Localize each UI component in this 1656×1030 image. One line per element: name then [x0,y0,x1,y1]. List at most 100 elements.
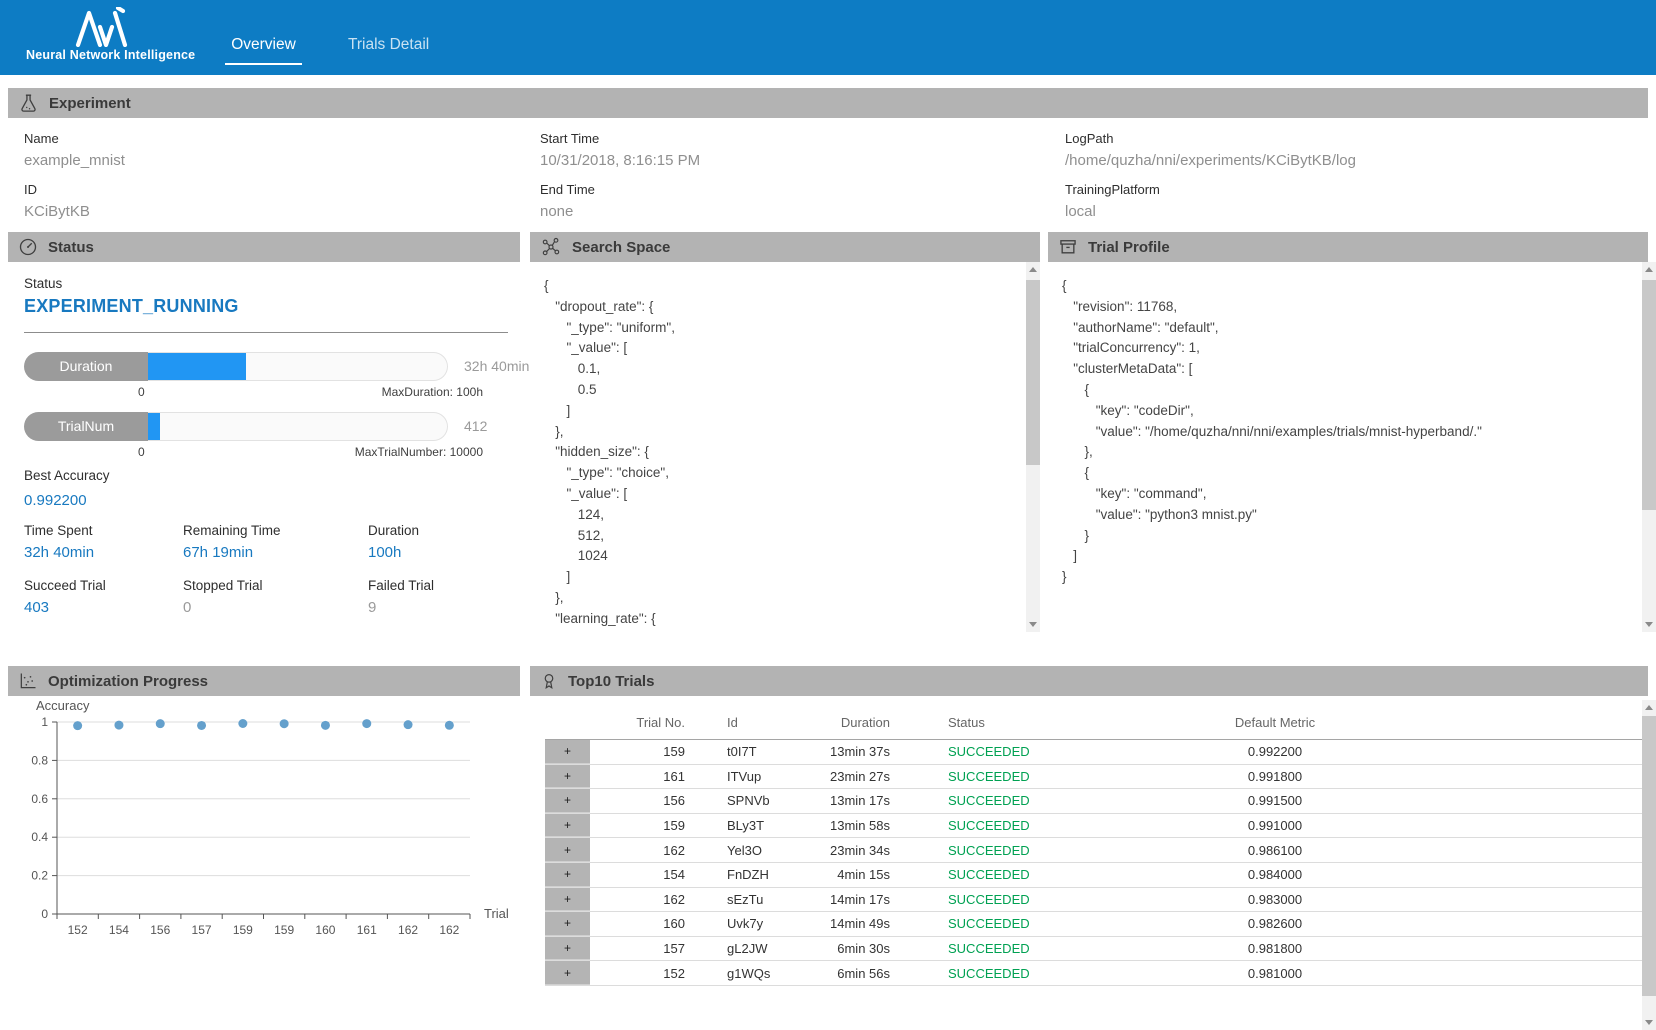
expand-button[interactable]: + [545,765,590,789]
scroll-down-icon[interactable] [1026,618,1040,632]
end-time-value: none [540,202,700,222]
trial-no-cell: 159 [590,818,685,833]
scroll-up-icon[interactable] [1642,262,1656,276]
data-point[interactable] [445,721,454,730]
optimization-progress-panel: Optimization Progress 00.20.40.60.811521… [8,666,520,1030]
expand-button[interactable]: + [545,789,590,813]
scrollbar-thumb[interactable] [1026,280,1040,465]
trial-id-cell: sEzTu [685,892,805,907]
svg-text:0.4: 0.4 [31,830,48,844]
optimization-section-bar: Optimization Progress [8,666,520,696]
scroll-down-icon[interactable] [1642,618,1656,632]
status-cell: SUCCEEDED [890,867,1065,882]
svg-text:1: 1 [41,715,48,729]
training-platform-value: local [1065,202,1356,222]
expand-button[interactable]: + [545,814,590,838]
data-point[interactable] [197,721,206,730]
table-row: + 152 g1WQs 6min 56s SUCCEEDED 0.981000 [545,961,1643,986]
status-section-bar: Status [8,232,520,262]
status-cell: SUCCEEDED [890,744,1065,759]
trial-no-cell: 159 [590,744,685,759]
expand-button[interactable]: + [545,838,590,862]
trial-profile-scrollbar[interactable] [1642,262,1656,632]
data-point[interactable] [156,719,165,728]
plus-icon: + [564,844,571,856]
metric-cell: 0.981800 [1065,941,1485,956]
trial-no-cell: 162 [590,892,685,907]
experiment-col-2: Start Time 10/31/2018, 8:16:15 PM End Ti… [540,130,700,232]
trial-no-cell: 162 [590,843,685,858]
plus-icon: + [564,917,571,929]
expand-button[interactable]: + [545,863,590,887]
trial-profile-panel: Trial Profile { "revision": 11768, "auth… [1048,232,1656,632]
scroll-down-icon[interactable] [1642,1016,1656,1030]
expand-button[interactable]: + [545,961,590,985]
scroll-up-icon[interactable] [1642,700,1656,714]
trial-no-cell: 157 [590,941,685,956]
data-point[interactable] [114,721,123,730]
expand-button[interactable]: + [545,912,590,936]
data-point[interactable] [362,719,371,728]
trial-no-cell: 152 [590,966,685,981]
molecule-icon [540,237,562,257]
tab-overview[interactable]: Overview [225,36,302,65]
trials-table: Trial No. Id Duration Status Default Met… [545,706,1643,986]
svg-text:0.8: 0.8 [31,753,48,767]
trial-id-cell: BLy3T [685,818,805,833]
trial-id-cell: SPNVb [685,793,805,808]
duration-min: 0 [138,385,145,399]
scroll-up-icon[interactable] [1026,262,1040,276]
trial-no-cell: 154 [590,867,685,882]
duration-cell: 6min 30s [805,941,890,956]
status-cell: SUCCEEDED [890,916,1065,931]
trialnum-bar-range: 0 MaxTrialNumber: 10000 [138,445,483,459]
trial-profile-section-bar: Trial Profile [1048,232,1648,262]
table-row: + 154 FnDZH 4min 15s SUCCEEDED 0.984000 [545,863,1643,888]
duration-bar-range: 0 MaxDuration: 100h [138,385,483,399]
duration-progress-bar: Duration 32h 40min [24,352,448,381]
duration-bar-fill [148,353,246,380]
top-trials-scrollbar[interactable] [1642,700,1656,1030]
trial-id-cell: gL2JW [685,941,805,956]
start-time-value: 10/31/2018, 8:16:15 PM [540,151,700,171]
data-point[interactable] [321,721,330,730]
trialnum-progress-bar: TrialNum 412 [24,412,448,441]
experiment-section-bar: Experiment [8,88,1648,118]
data-point[interactable] [73,721,82,730]
status-cell: SUCCEEDED [890,843,1065,858]
svg-text:Trial: Trial [484,906,509,921]
status-cell: SUCCEEDED [890,966,1065,981]
search-space-panel: Search Space { "dropout_rate": { "_type"… [530,232,1040,632]
duration-bar-track [148,352,448,381]
metric-cell: 0.984000 [1065,867,1485,882]
expand-button[interactable]: + [545,937,590,961]
table-row: + 161 ITVup 23min 27s SUCCEEDED 0.991800 [545,765,1643,790]
scrollbar-thumb[interactable] [1642,716,1656,996]
svg-text:156: 156 [150,923,170,937]
search-space-section-bar: Search Space [530,232,1040,262]
stat-duration: Duration 100h [368,522,419,561]
status-cell: SUCCEEDED [890,769,1065,784]
duration-column-header: Duration [805,715,890,730]
id-value: KCiBytKB [24,202,125,222]
data-point[interactable] [404,720,413,729]
stat-remaining-time: Remaining Time 67h 19min [183,522,281,561]
data-point[interactable] [280,719,289,728]
trial-id-cell: t0I7T [685,744,805,759]
top-trials-section-bar: Top10 Trials [530,666,1648,696]
expand-button[interactable]: + [545,740,590,764]
stat-failed-trial: Failed Trial 9 [368,577,434,616]
status-cell: SUCCEEDED [890,818,1065,833]
metric-cell: 0.982600 [1065,916,1485,931]
plus-icon: + [564,868,571,880]
experiment-col-3: LogPath /home/quzha/nni/experiments/KCiB… [1065,130,1356,232]
svg-text:Accuracy: Accuracy [36,698,90,713]
expand-button[interactable]: + [545,888,590,912]
search-space-scrollbar[interactable] [1026,262,1040,632]
scrollbar-thumb[interactable] [1642,280,1656,510]
metric-cell: 0.991500 [1065,793,1485,808]
tab-trials-detail[interactable]: Trials Detail [348,36,429,63]
data-point[interactable] [238,719,247,728]
experiment-info: Name example_mnist ID KCiBytKB Start Tim… [8,118,1648,232]
table-row: + 159 BLy3T 13min 58s SUCCEEDED 0.991000 [545,814,1643,839]
